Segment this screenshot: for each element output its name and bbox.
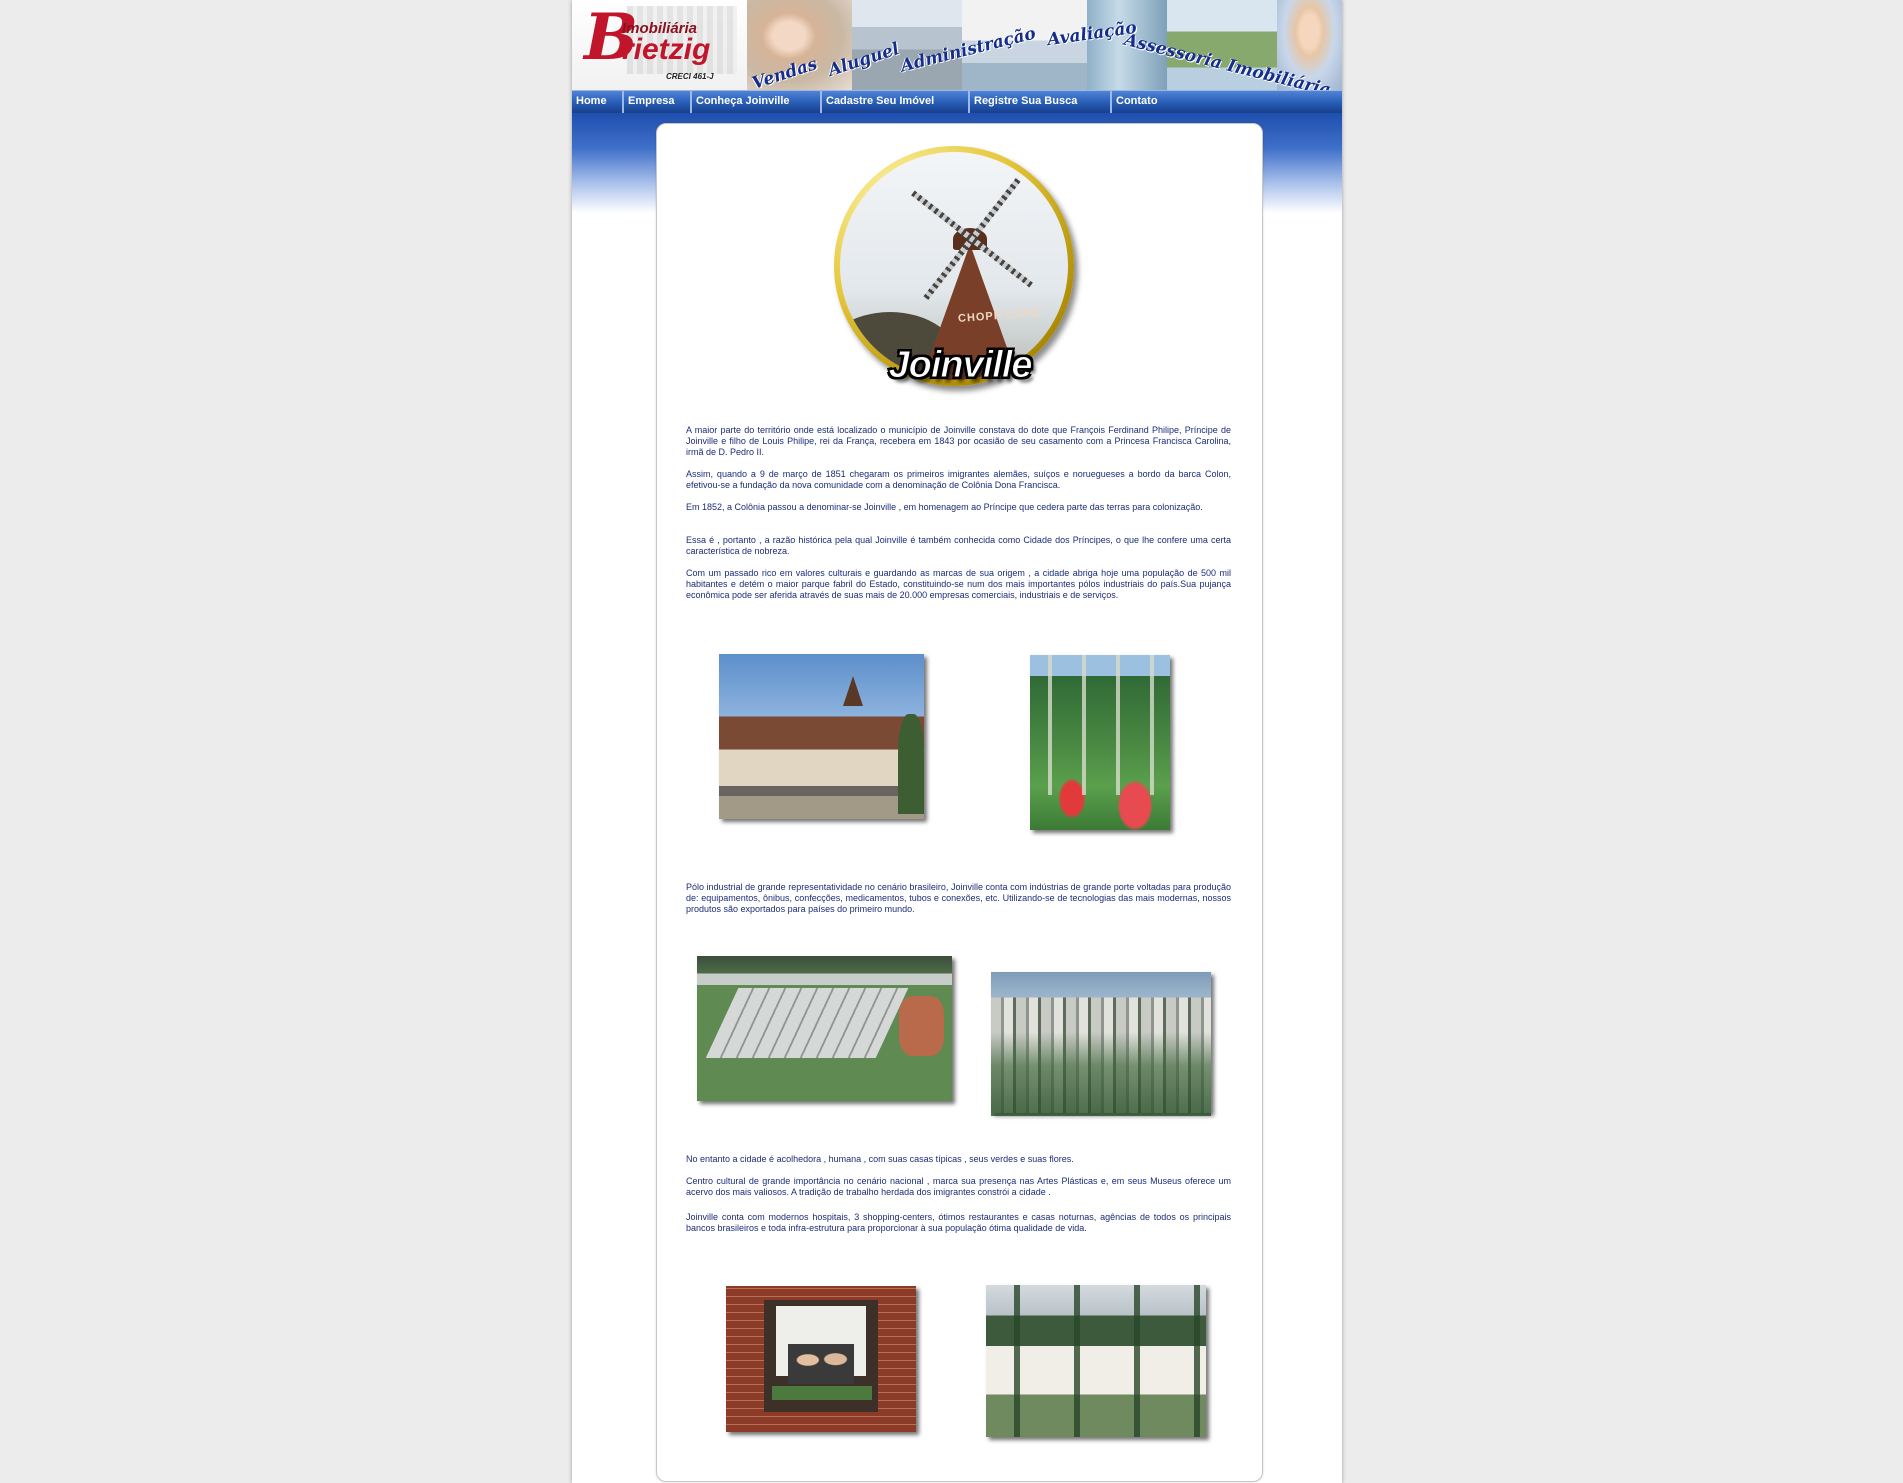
flower-box	[772, 1386, 872, 1400]
photo-tree	[898, 714, 924, 814]
paragraph-cidade-principes: Essa é , portanto , a razão histórica pe…	[686, 535, 1231, 556]
church-spire	[843, 676, 863, 706]
header-banner: B Imobiliária rietzig CRECI 461-J Vendas…	[572, 0, 1342, 90]
mansion-palms	[986, 1285, 1206, 1437]
photo-palm-garden	[1030, 655, 1170, 830]
photo-city-aerial	[991, 972, 1211, 1116]
paragraph-immigrants: Assim, quando a 9 de março de 1851 chega…	[686, 469, 1231, 490]
city-vegetation	[991, 1032, 1211, 1116]
paragraph-name-change: Em 1852, a Colônia passou a denominar-se…	[686, 502, 1203, 512]
menu-registre-busca[interactable]: Registre Sua Busca	[968, 91, 1110, 113]
content-panel: CHOPP CAFÉ Joinville A maior parte do te…	[656, 123, 1263, 1482]
palm-trunks	[1030, 655, 1170, 795]
paragraph-welcoming-city: No entanto a cidade é acolhedora , human…	[686, 1154, 1074, 1164]
logo[interactable]: B Imobiliária rietzig CRECI 461-J	[572, 0, 747, 90]
joinville-windmill-emblem: CHOPP CAFÉ Joinville	[834, 146, 1080, 392]
menu-conheca-joinville[interactable]: Conheça Joinville	[690, 91, 820, 113]
main-menu: Home Empresa Conheça Joinville Cadastre …	[572, 90, 1342, 113]
menu-cadastre-imovel[interactable]: Cadastre Seu Imóvel	[820, 91, 968, 113]
page-container: B Imobiliária rietzig CRECI 461-J Vendas…	[572, 0, 1342, 1483]
photo-historic-mansion	[986, 1285, 1206, 1437]
paragraph-infrastructure: Joinville conta com modernos hospitais, …	[686, 1212, 1231, 1233]
hero-title: Joinville	[888, 344, 1033, 387]
factory-roofs	[705, 988, 909, 1058]
photo-industrial-park	[697, 956, 952, 1101]
paragraph-cultural-center: Centro cultural de grande importância no…	[686, 1176, 1231, 1197]
logo-creci: CRECI 461-J	[666, 72, 714, 81]
paragraph-industrial: Pólo industrial de grande representativi…	[686, 882, 1231, 914]
menu-contato[interactable]: Contato	[1110, 91, 1342, 113]
photo-historic-building	[719, 654, 924, 819]
menu-empresa[interactable]: Empresa	[622, 91, 690, 113]
menu-home[interactable]: Home	[572, 91, 622, 113]
header-photo-collage: Vendas Aluguel Administração Avaliação A…	[747, 0, 1342, 90]
photo-soil	[899, 996, 944, 1056]
photo-typical-window	[726, 1286, 916, 1432]
paragraph-population-economy: Com um passado rico em valores culturais…	[686, 568, 1231, 600]
window-people	[788, 1344, 854, 1384]
logo-word-brietzig: rietzig	[622, 33, 711, 66]
paragraph-history-dote: A maior parte do território onde está lo…	[686, 425, 1231, 457]
